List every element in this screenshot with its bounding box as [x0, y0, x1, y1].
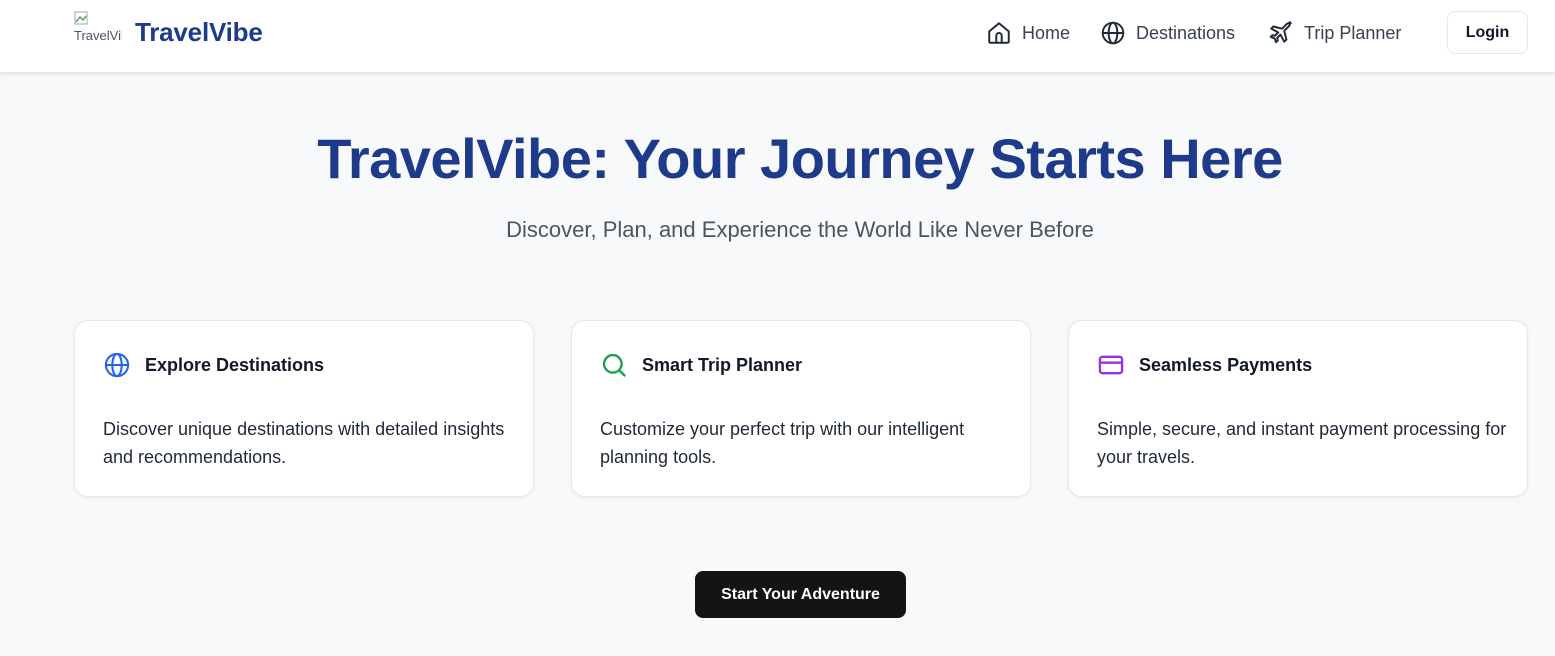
plane-icon — [1269, 21, 1292, 44]
feature-card-smart-trip-planner: Smart Trip Planner Customize your perfec… — [571, 320, 1031, 497]
card-header: Seamless Payments — [1097, 351, 1312, 379]
nav-destinations-label: Destinations — [1136, 22, 1236, 43]
card-title: Seamless Payments — [1139, 354, 1313, 375]
feature-card-explore-destinations: Explore Destinations Discover unique des… — [74, 320, 534, 497]
credit-card-icon — [1098, 355, 1124, 375]
globe-icon — [1101, 21, 1125, 45]
globe-icon — [104, 352, 130, 378]
card-title: Smart Trip Planner — [642, 354, 803, 375]
card-title: Explore Destinations — [145, 354, 325, 375]
card-header: Smart Trip Planner — [600, 351, 802, 379]
start-adventure-button[interactable]: Start Your Adventure — [695, 571, 906, 618]
card-header: Explore Destinations — [103, 351, 324, 379]
search-icon — [602, 353, 626, 377]
card-description: Customize your perfect trip with our int… — [600, 419, 965, 467]
card-description: Simple, secure, and instant payment proc… — [1097, 419, 1507, 467]
broken-image-icon — [74, 11, 88, 25]
logo-alt-text: TravelVibe — [74, 28, 122, 43]
nav-home[interactable]: Home — [986, 20, 1070, 46]
hero-subtitle: Discover, Plan, and Experience the World… — [506, 217, 1094, 242]
nav-destinations[interactable]: Destinations — [1100, 20, 1235, 46]
card-description: Discover unique destinations with detail… — [103, 419, 505, 467]
login-button[interactable]: Login — [1447, 11, 1528, 54]
hero-title: TravelVibe: Your Journey Starts Here — [317, 127, 1283, 190]
logo-image[interactable]: TravelVibe — [74, 11, 122, 51]
brand-name[interactable]: TravelVibe — [135, 17, 263, 48]
home-icon — [988, 22, 1010, 44]
nav-trip-planner[interactable]: Trip Planner — [1268, 20, 1401, 46]
nav-trip-planner-label: Trip Planner — [1304, 22, 1402, 43]
top-navbar: TravelVibe TravelVibe Home Destinations … — [0, 0, 1555, 73]
feature-card-seamless-payments: Seamless Payments Simple, secure, and in… — [1068, 320, 1528, 497]
nav-home-label: Home — [1022, 22, 1071, 43]
